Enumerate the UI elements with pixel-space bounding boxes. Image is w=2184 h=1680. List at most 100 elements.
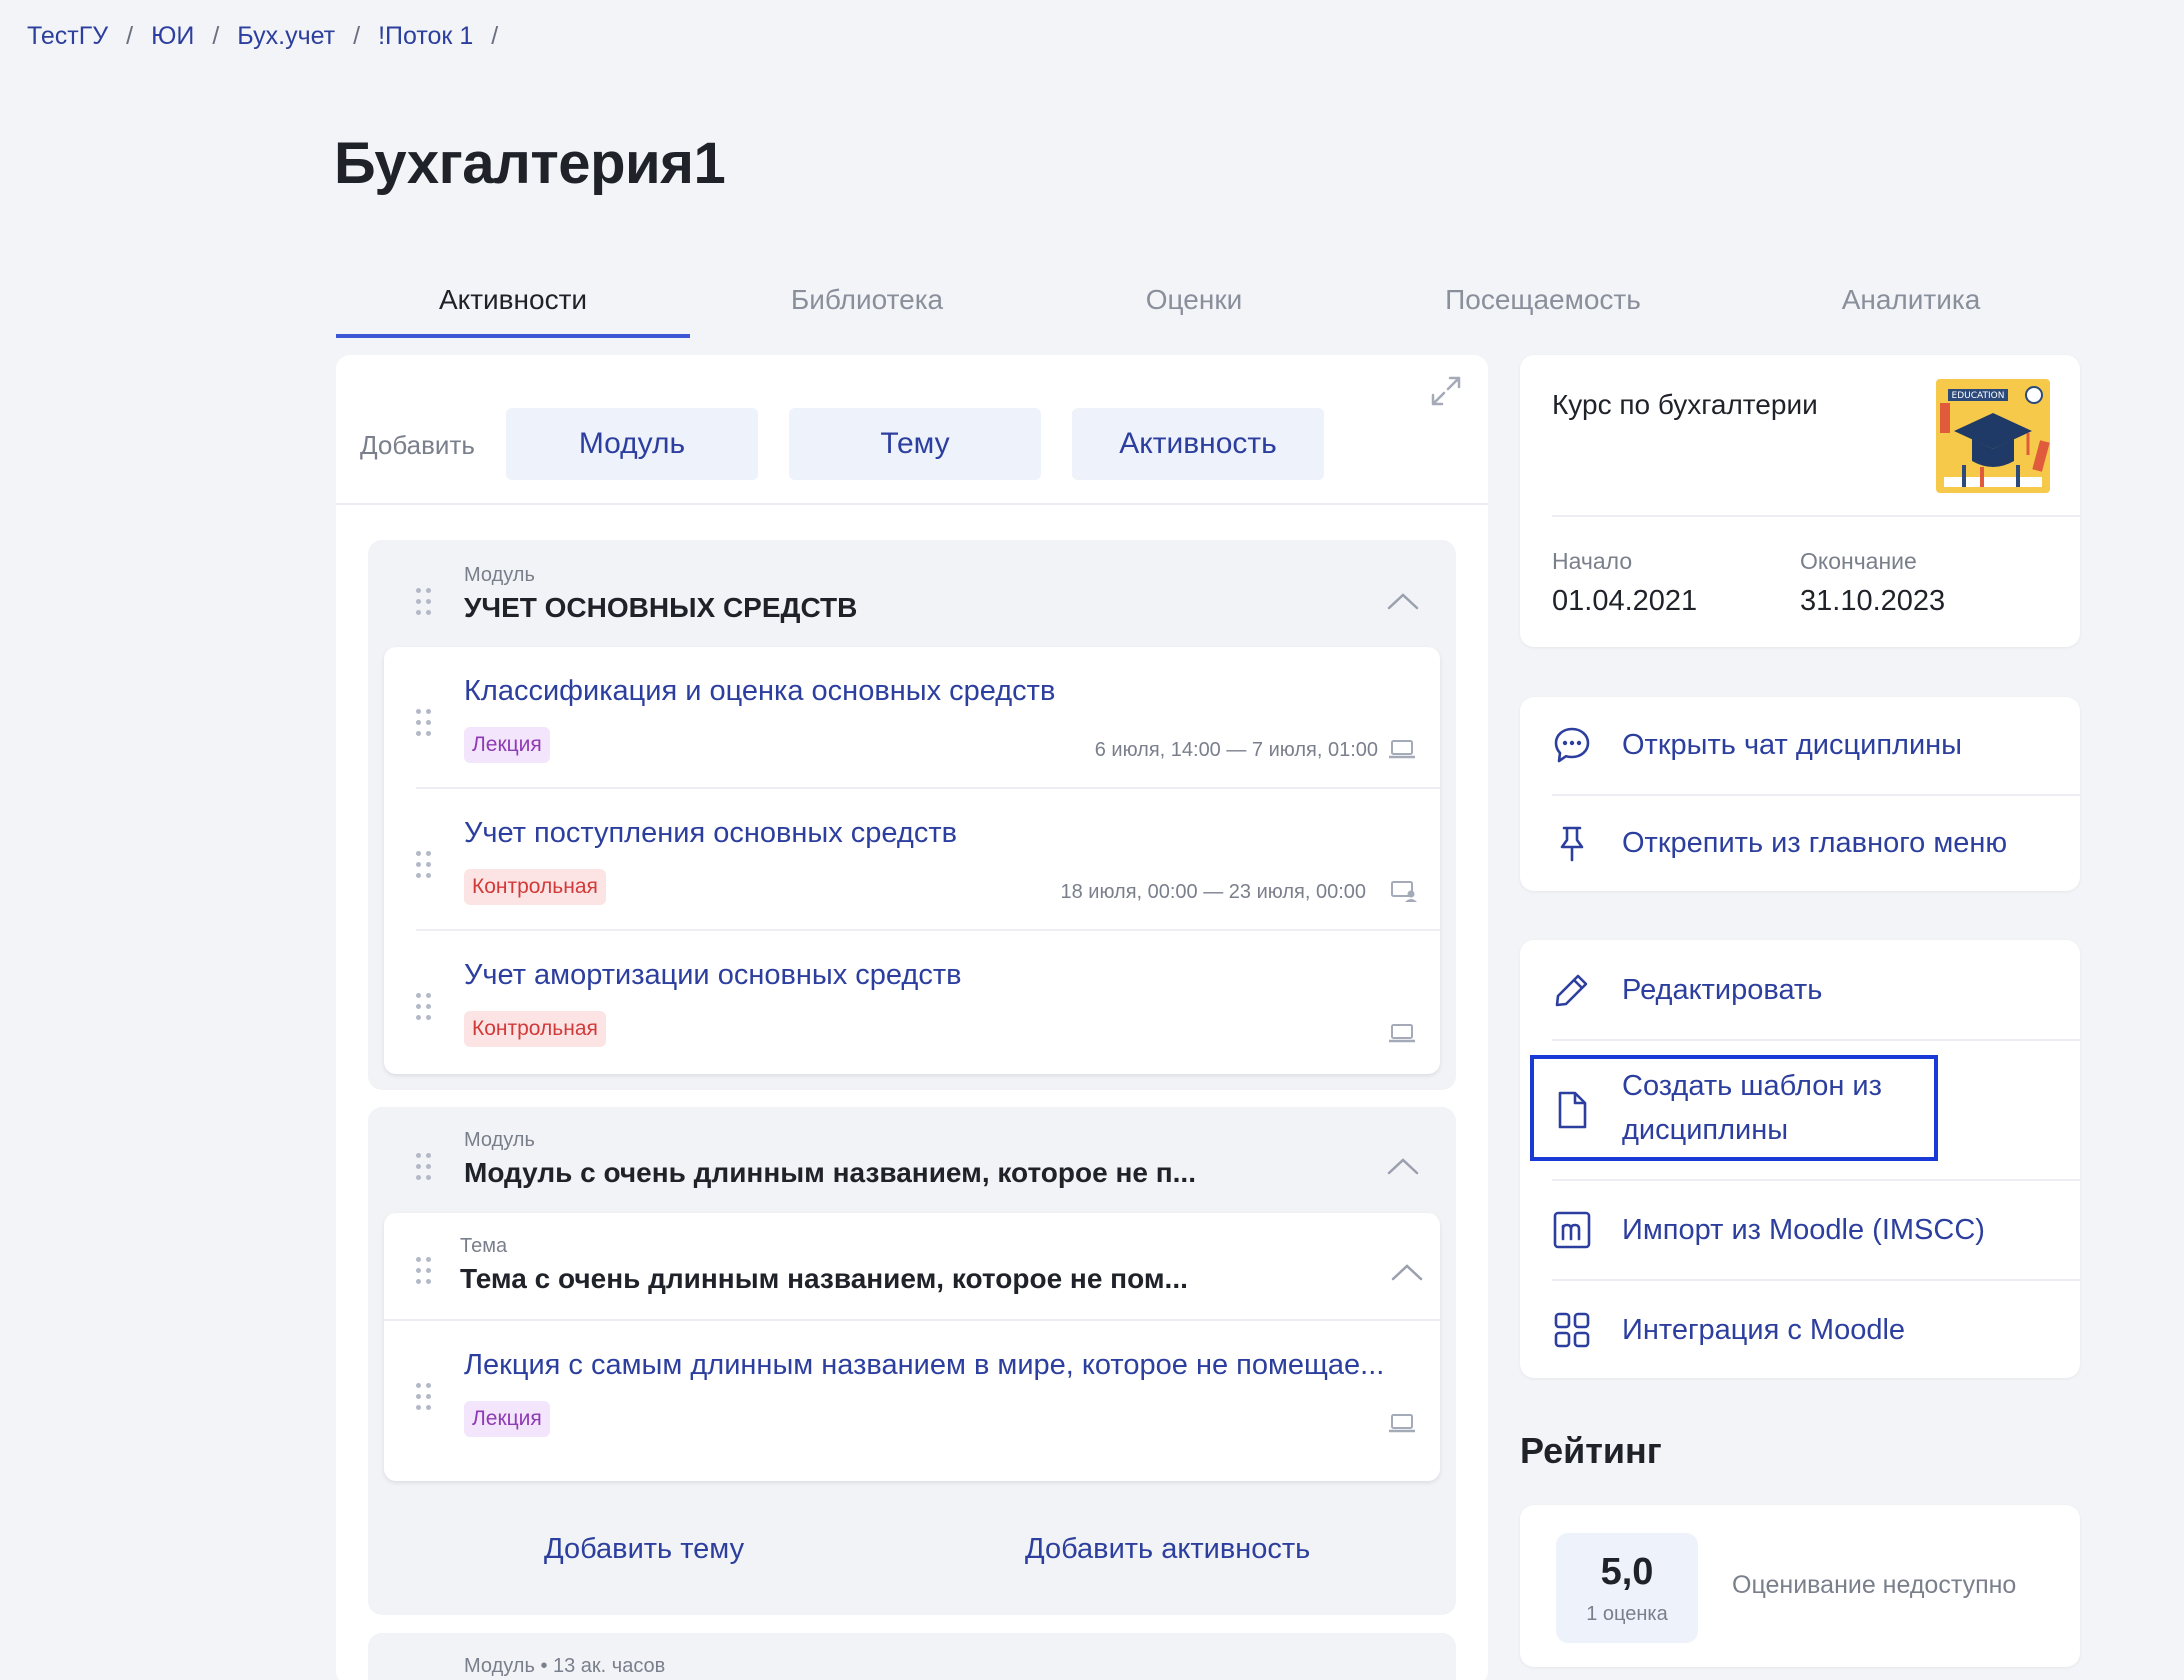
- quick-actions-card: Открыть чат дисциплины Открепить из глав…: [1520, 697, 2080, 891]
- import-moodle-item[interactable]: Импорт из Moodle (IMSCC): [1520, 1180, 2080, 1280]
- start-date: 01.04.2021: [1552, 585, 1698, 617]
- rating-status: Оценивание недоступно: [1732, 1571, 2017, 1599]
- tab-attendance[interactable]: Посещаемость: [1344, 280, 1742, 338]
- classroom-icon: [1391, 881, 1417, 902]
- moodle-integration-item[interactable]: Интеграция с Moodle: [1520, 1280, 2080, 1378]
- rating-title: Рейтинг: [1520, 1430, 1662, 1471]
- activity-row[interactable]: Классификация и оценка основных средств …: [384, 647, 1440, 789]
- breadcrumb-separator: /: [212, 22, 220, 50]
- topic-title[interactable]: Тема с очень длинным названием, которое …: [460, 1263, 1188, 1295]
- laptop-icon: [1389, 740, 1415, 759]
- laptop-icon: [1389, 1414, 1415, 1433]
- activity-title[interactable]: Классификация и оценка основных средств: [464, 675, 1055, 708]
- activity-type-badge: Лекция: [464, 1401, 550, 1437]
- unpin-menu-item[interactable]: Открепить из главного меню: [1520, 795, 2080, 891]
- drag-handle-icon[interactable]: [416, 993, 434, 1023]
- edit-label: Редактировать: [1622, 974, 1823, 1006]
- module-label: Модуль: [464, 1129, 535, 1151]
- page-title: Бухгалтерия1: [334, 131, 726, 196]
- drag-handle-icon[interactable]: [416, 851, 434, 881]
- activities-panel: Добавить Модуль Тему Активность Модуль У…: [336, 355, 1488, 1680]
- moodle-icon: [1553, 1211, 1591, 1249]
- module-label: Модуль: [464, 564, 535, 586]
- course-info-card: Курс по бухгалтерии EDUCATION Начало 01.…: [1520, 355, 2080, 647]
- activity-title[interactable]: Учет поступления основных средств: [464, 817, 957, 850]
- breadcrumb-separator: /: [491, 22, 499, 50]
- course-image-text: EDUCATION: [1952, 391, 2005, 401]
- add-module-button[interactable]: Модуль: [506, 408, 758, 480]
- module-card: Модуль УЧЕТ ОСНОВНЫХ СРЕДСТВ Классификац…: [368, 540, 1456, 1090]
- add-label: Добавить: [360, 430, 475, 460]
- pencil-icon: [1555, 974, 1588, 1007]
- chevron-up-icon[interactable]: [1386, 1155, 1420, 1177]
- activity-dates: 18 июля, 00:00 — 23 июля, 00:00: [1060, 881, 1366, 903]
- moodle-integration-label: Интеграция с Moodle: [1622, 1314, 1906, 1346]
- breadcrumb-item[interactable]: Бух.учет: [237, 22, 335, 51]
- breadcrumb-item[interactable]: ТестГУ: [27, 22, 108, 51]
- create-template-label-line2: дисциплины: [1622, 1114, 1789, 1146]
- breadcrumb-item[interactable]: ЮИ: [151, 22, 194, 51]
- chevron-up-icon[interactable]: [1390, 1261, 1424, 1283]
- add-toolbar: Добавить Модуль Тему Активность: [336, 355, 1488, 505]
- rating-value: 5,0: [1600, 1551, 1654, 1593]
- create-template-item[interactable]: Создать шаблон из дисциплины: [1520, 1040, 2080, 1180]
- create-template-label-line1: Создать шаблон из: [1622, 1070, 1882, 1102]
- activity-type-badge: Контрольная: [464, 869, 606, 905]
- breadcrumb-separator: /: [353, 22, 361, 50]
- start-date-label: Начало: [1552, 548, 1633, 574]
- module-card: Модуль • 13 ак. часов: [368, 1633, 1456, 1680]
- rating-card: 5,0 1 оценка Оценивание недоступно: [1520, 1505, 2080, 1667]
- activity-dates: 6 июля, 14:00 — 7 июля, 01:00: [1094, 739, 1378, 761]
- module-label: Модуль • 13 ак. часов: [464, 1655, 666, 1677]
- tab-analytics[interactable]: Аналитика: [1742, 280, 2080, 338]
- document-icon: [1558, 1091, 1587, 1129]
- expand-icon[interactable]: [1428, 373, 1464, 409]
- topic-card: Тема Тема с очень длинным названием, кот…: [384, 1213, 1440, 1481]
- drag-handle-icon[interactable]: [416, 1383, 434, 1413]
- pin-icon: [1560, 826, 1584, 862]
- discipline-actions-card: Редактировать Создать шаблон из дисципли…: [1520, 940, 2080, 1378]
- open-chat-item[interactable]: Открыть чат дисциплины: [1520, 697, 2080, 795]
- activity-row[interactable]: Учет поступления основных средств Контро…: [384, 789, 1440, 931]
- tab-bar: Активности Библиотека Оценки Посещаемост…: [336, 280, 2080, 338]
- import-moodle-label: Импорт из Moodle (IMSCC): [1622, 1214, 1985, 1246]
- grid-icon: [1554, 1312, 1590, 1348]
- end-date: 31.10.2023: [1800, 585, 1946, 617]
- activity-title[interactable]: Учет амортизации основных средств: [464, 959, 962, 992]
- activity-type-badge: Контрольная: [464, 1011, 606, 1047]
- breadcrumb: ТестГУ / ЮИ / Бух.учет / !Поток 1 /: [27, 22, 516, 51]
- module-title[interactable]: УЧЕТ ОСНОВНЫХ СРЕДСТВ: [464, 592, 857, 624]
- chevron-up-icon[interactable]: [1386, 590, 1420, 612]
- module-title[interactable]: Модуль с очень длинным названием, которо…: [464, 1157, 1196, 1189]
- activity-list: Классификация и оценка основных средств …: [384, 647, 1440, 1074]
- breadcrumb-separator: /: [126, 22, 134, 50]
- end-date-label: Окончание: [1800, 548, 1917, 574]
- course-image: EDUCATION: [1936, 379, 2050, 493]
- rating-score-box: 5,0 1 оценка: [1556, 1533, 1698, 1643]
- drag-handle-icon[interactable]: [416, 1153, 434, 1183]
- add-topic-button[interactable]: Тему: [789, 408, 1041, 480]
- tab-library[interactable]: Библиотека: [690, 280, 1044, 338]
- topic-label: Тема: [460, 1235, 508, 1257]
- activity-row[interactable]: Лекция с самым длинным названием в мире,…: [384, 1321, 1440, 1463]
- add-topic-link[interactable]: Добавить тему: [544, 1533, 744, 1566]
- add-activity-button[interactable]: Активность: [1072, 408, 1324, 480]
- activity-type-badge: Лекция: [464, 727, 550, 763]
- activity-row[interactable]: Учет амортизации основных средств Контро…: [384, 931, 1440, 1073]
- drag-handle-icon[interactable]: [416, 1257, 434, 1287]
- rating-count: 1 оценка: [1586, 1603, 1668, 1625]
- tab-grades[interactable]: Оценки: [1044, 280, 1344, 338]
- chat-icon: [1554, 727, 1590, 763]
- drag-handle-icon[interactable]: [416, 588, 434, 618]
- activity-title[interactable]: Лекция с самым длинным названием в мире,…: [464, 1349, 1384, 1382]
- tab-activities[interactable]: Активности: [336, 280, 690, 338]
- unpin-menu-label: Открепить из главного меню: [1622, 827, 2008, 859]
- open-chat-label: Открыть чат дисциплины: [1622, 729, 1962, 761]
- edit-item[interactable]: Редактировать: [1520, 940, 2080, 1040]
- add-activity-link[interactable]: Добавить активность: [1025, 1533, 1310, 1566]
- course-name: Курс по бухгалтерии: [1552, 389, 1818, 420]
- laptop-icon: [1389, 1024, 1415, 1043]
- drag-handle-icon[interactable]: [416, 709, 434, 739]
- module-card: Модуль Модуль с очень длинным названием,…: [368, 1107, 1456, 1615]
- breadcrumb-item[interactable]: !Поток 1: [378, 22, 473, 51]
